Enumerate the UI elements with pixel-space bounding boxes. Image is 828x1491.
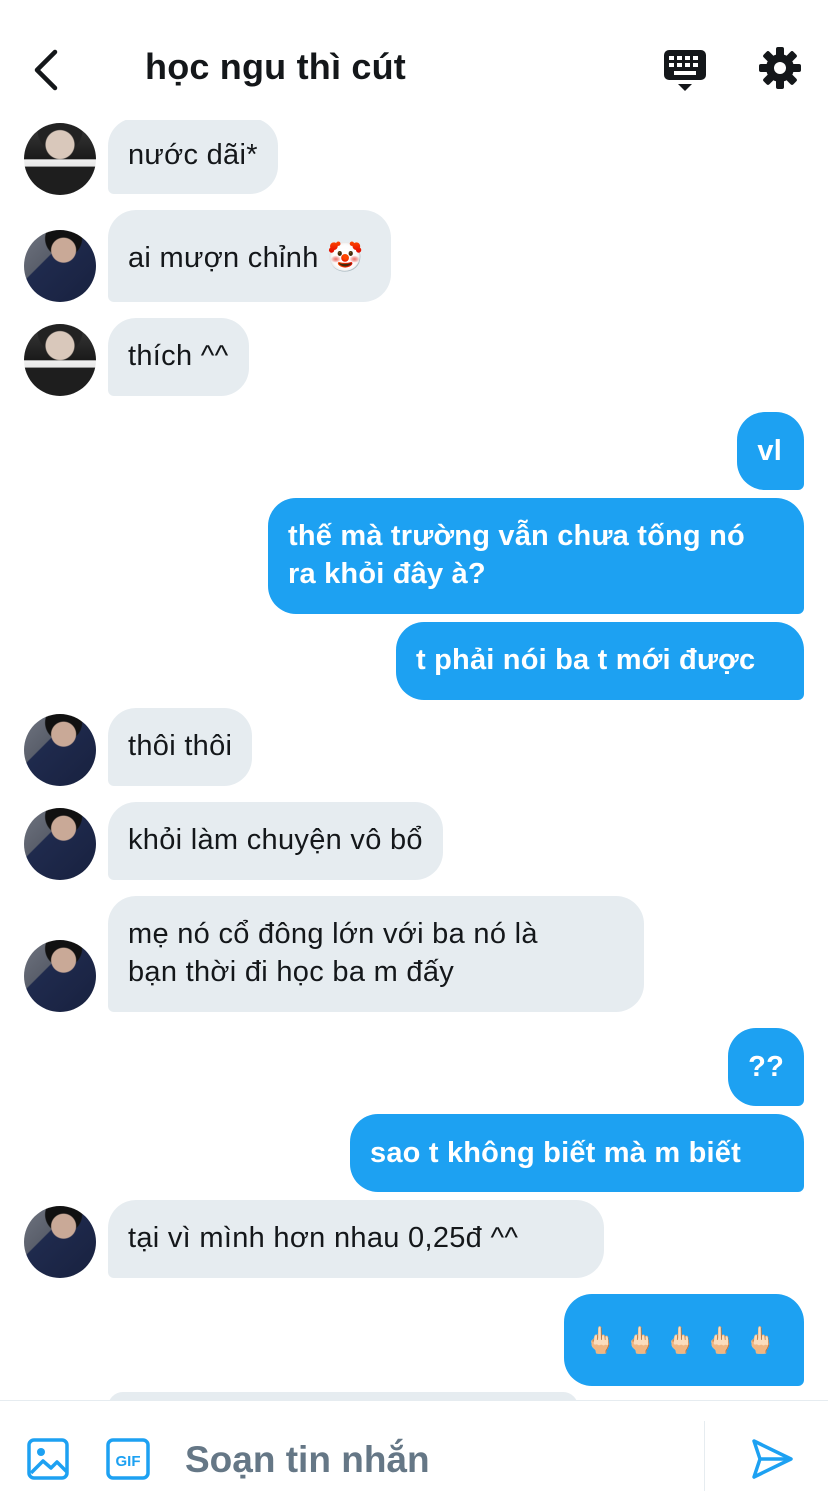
outgoing-message-bubble[interactable]: vl (737, 412, 804, 490)
outgoing-message-bubble[interactable]: 🖕🏻 🖕🏻 🖕🏻 🖕🏻 🖕🏻 (564, 1294, 804, 1386)
send-button[interactable] (750, 1437, 794, 1481)
chevron-left-icon (34, 49, 58, 91)
avatar[interactable] (24, 230, 96, 302)
keyboard-icon (664, 50, 706, 91)
gear-icon (759, 47, 801, 89)
incoming-message-bubble[interactable] (108, 1392, 578, 1400)
message-composer: GIF Soạn tin nhắn (0, 1400, 828, 1491)
incoming-message-bubble[interactable]: thích ^^ (108, 318, 249, 396)
incoming-message-bubble[interactable]: nước dãi* (108, 118, 278, 194)
add-image-button[interactable] (26, 1437, 70, 1481)
avatar[interactable] (24, 324, 96, 396)
outgoing-message-bubble[interactable]: t phải nói ba t mới được (396, 622, 804, 700)
outgoing-message-bubble[interactable]: thế mà trường vẫn chưa tống nó ra khỏi đ… (268, 498, 804, 614)
conversation-title[interactable]: học ngu thì cút (145, 46, 406, 88)
back-button[interactable] (20, 42, 70, 98)
message-list[interactable]: nước dãi* ai mượn chỉnh 🤡 thích ^^ vl th… (0, 0, 828, 1400)
avatar[interactable] (24, 940, 96, 1012)
add-gif-button[interactable]: GIF (106, 1438, 150, 1480)
settings-button[interactable] (756, 44, 804, 92)
outgoing-message-bubble[interactable]: sao t không biết mà m biết (350, 1114, 804, 1192)
incoming-message-bubble[interactable]: mẹ nó cổ đông lớn với ba nó là bạn thời … (108, 896, 644, 1012)
incoming-message-bubble[interactable]: ai mượn chỉnh 🤡 (108, 210, 392, 302)
incoming-message-bubble[interactable]: thôi thôi (108, 708, 253, 786)
send-icon (752, 1439, 793, 1479)
avatar[interactable] (24, 808, 96, 880)
outgoing-message-bubble[interactable]: ?? (728, 1028, 804, 1106)
keyboard-button[interactable] (660, 46, 710, 94)
gif-label: GIF (116, 1453, 141, 1470)
image-icon (27, 1438, 69, 1480)
avatar[interactable] (24, 123, 96, 195)
incoming-message-bubble[interactable]: khỏi làm chuyện vô bổ (108, 802, 443, 880)
gif-icon: GIF (106, 1438, 150, 1480)
conversation-header: học ngu thì cút (0, 0, 828, 120)
incoming-message-bubble[interactable]: tại vì mình hơn nhau 0,25đ ^^ (108, 1200, 604, 1278)
divider (704, 1421, 705, 1491)
avatar[interactable] (24, 714, 96, 786)
avatar[interactable] (24, 1206, 96, 1278)
message-input[interactable]: Soạn tin nhắn (185, 1437, 685, 1483)
